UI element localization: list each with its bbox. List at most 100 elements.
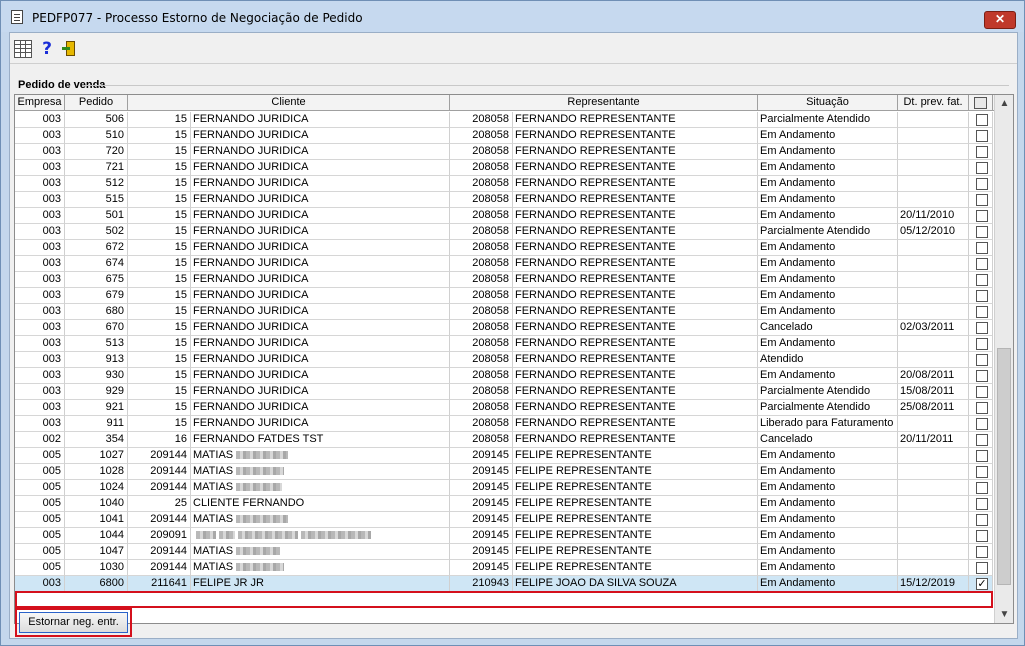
- cell-pedido: 721: [65, 160, 128, 176]
- row-checkbox[interactable]: [976, 258, 988, 270]
- table-row[interactable]: 003 911 15 FERNANDO JURIDICA 208058 FERNANDO …: [15, 416, 993, 432]
- row-checkbox[interactable]: [976, 322, 988, 334]
- table-row[interactable]: 003 512 15 FERNANDO JURIDICA 208058 FERNANDO …: [15, 176, 993, 192]
- row-checkbox[interactable]: [976, 130, 988, 142]
- row-checkbox[interactable]: ✓: [976, 578, 988, 590]
- row-checkbox[interactable]: [976, 242, 988, 254]
- table-row[interactable]: 003 6800 211641 FELIPE JR JR 210943 FELIPE JO…: [15, 576, 993, 592]
- cell-pedido: 1030: [65, 560, 128, 576]
- table-row[interactable]: 003 510 15 FERNANDO JURIDICA 208058 FERNANDO …: [15, 128, 993, 144]
- cell-representante-codigo: 209145: [450, 480, 513, 496]
- row-checkbox[interactable]: [976, 114, 988, 126]
- cell-pedido: 506: [65, 112, 128, 128]
- row-checkbox[interactable]: [976, 450, 988, 462]
- estornar-button[interactable]: Estornar neg. entr.: [19, 612, 128, 633]
- table-row[interactable]: 003 913 15 FERNANDO JURIDICA 208058 FERNANDO …: [15, 352, 993, 368]
- row-checkbox[interactable]: [976, 466, 988, 478]
- grid-icon[interactable]: [14, 40, 32, 58]
- table-row[interactable]: 003 501 15 FERNANDO JURIDICA 208058 FERNANDO …: [15, 208, 993, 224]
- title-bar[interactable]: PEDFP077 - Processo Estorno de Negociaçã…: [1, 1, 1024, 32]
- row-checkbox[interactable]: [976, 434, 988, 446]
- table-row[interactable]: 003 921 15 FERNANDO JURIDICA 208058 FERNANDO …: [15, 400, 993, 416]
- row-checkbox[interactable]: [976, 306, 988, 318]
- table-row[interactable]: 003 721 15 FERNANDO JURIDICA 208058 FERNANDO …: [15, 160, 993, 176]
- table-row[interactable]: 005 1028 209144 MATIAS 209145 FELIPE REPRESEN…: [15, 464, 993, 480]
- row-checkbox[interactable]: [976, 354, 988, 366]
- cell-representante-nome: FERNANDO REPRESENTANTE: [513, 112, 758, 128]
- vertical-scrollbar[interactable]: ▲ ▼: [994, 95, 1013, 623]
- row-checkbox[interactable]: [976, 146, 988, 158]
- app-window: PEDFP077 - Processo Estorno de Negociaçã…: [0, 0, 1025, 646]
- row-checkbox[interactable]: [976, 274, 988, 286]
- table-row[interactable]: 005 1047 209144 MATIAS 209145 FELIPE REPRESEN…: [15, 544, 993, 560]
- cell-cliente-nome: FERNANDO JURIDICA: [191, 400, 450, 416]
- cell-situacao: Cancelado: [758, 432, 898, 448]
- help-icon[interactable]: ?: [38, 40, 56, 58]
- col-pedido[interactable]: Pedido: [65, 95, 128, 111]
- table-row[interactable]: 005 1030 209144 MATIAS 209145 FELIPE REPRESEN…: [15, 560, 993, 576]
- exit-door-icon[interactable]: [62, 40, 80, 58]
- table-row[interactable]: 003 670 15 FERNANDO JURIDICA 208058 FERNANDO …: [15, 320, 993, 336]
- row-checkbox[interactable]: [976, 210, 988, 222]
- row-checkbox[interactable]: [976, 178, 988, 190]
- table-row[interactable]: 003 680 15 FERNANDO JURIDICA 208058 FERNANDO …: [15, 304, 993, 320]
- table-row[interactable]: 003 930 15 FERNANDO JURIDICA 208058 FERNANDO …: [15, 368, 993, 384]
- table-row[interactable]: 003 675 15 FERNANDO JURIDICA 208058 FERNANDO …: [15, 272, 993, 288]
- cell-dt-prev-fat: 15/12/2019: [898, 576, 969, 592]
- table-row[interactable]: 005 1040 25 CLIENTE FERNANDO 209145 FELIPE RE…: [15, 496, 993, 512]
- row-checkbox[interactable]: [976, 338, 988, 350]
- row-checkbox[interactable]: [976, 226, 988, 238]
- row-checkbox[interactable]: [976, 498, 988, 510]
- row-checkbox[interactable]: [976, 514, 988, 526]
- col-empresa[interactable]: Empresa: [15, 95, 65, 111]
- col-cliente[interactable]: Cliente: [128, 95, 450, 111]
- row-checkbox[interactable]: [976, 530, 988, 542]
- row-checkbox[interactable]: [976, 562, 988, 574]
- table-row[interactable]: 005 1024 209144 MATIAS 209145 FELIPE REPRESEN…: [15, 480, 993, 496]
- table-row[interactable]: 005 1041 209144 MATIAS 209145 FELIPE REPRESEN…: [15, 512, 993, 528]
- table-row[interactable]: 003 679 15 FERNANDO JURIDICA 208058 FERNANDO …: [15, 288, 993, 304]
- row-checkbox[interactable]: [976, 370, 988, 382]
- col-representante[interactable]: Representante: [450, 95, 758, 111]
- cell-cliente-codigo: 15: [128, 288, 191, 304]
- cell-dt-prev-fat: [898, 272, 969, 288]
- select-all-checkbox[interactable]: [974, 97, 987, 109]
- cell-pedido: 929: [65, 384, 128, 400]
- table-row[interactable]: 003 929 15 FERNANDO JURIDICA 208058 FERNANDO …: [15, 384, 993, 400]
- table-row[interactable]: 003 672 15 FERNANDO JURIDICA 208058 FERNANDO …: [15, 240, 993, 256]
- cell-select: ✓: [969, 576, 993, 592]
- row-checkbox[interactable]: [976, 402, 988, 414]
- table-row[interactable]: 003 506 15 FERNANDO JURIDICA 208058 FERNANDO …: [15, 112, 993, 128]
- table-row[interactable]: 005 1027 209144 MATIAS 209145 FELIPE REPRESEN…: [15, 448, 993, 464]
- cell-empresa: 005: [15, 448, 65, 464]
- cell-cliente-codigo: 15: [128, 336, 191, 352]
- cell-empresa: 003: [15, 416, 65, 432]
- table-row[interactable]: 003 720 15 FERNANDO JURIDICA 208058 FERNANDO …: [15, 144, 993, 160]
- scroll-up-icon[interactable]: ▲: [995, 95, 1013, 112]
- table-row[interactable]: 003 674 15 FERNANDO JURIDICA 208058 FERNANDO …: [15, 256, 993, 272]
- cell-pedido: 670: [65, 320, 128, 336]
- row-checkbox[interactable]: [976, 482, 988, 494]
- row-checkbox[interactable]: [976, 162, 988, 174]
- scroll-thumb[interactable]: [997, 348, 1011, 585]
- cell-dt-prev-fat: [898, 176, 969, 192]
- col-select-all[interactable]: [969, 95, 993, 111]
- cell-cliente-codigo: 16: [128, 432, 191, 448]
- col-dt-prev-fat[interactable]: Dt. prev. fat.: [898, 95, 969, 111]
- orders-grid[interactable]: Empresa Pedido Cliente Representante Sit…: [14, 94, 1014, 624]
- table-row[interactable]: 003 502 15 FERNANDO JURIDICA 208058 FERNANDO …: [15, 224, 993, 240]
- close-button[interactable]: ✕: [984, 11, 1016, 29]
- table-row[interactable]: 002 354 16 FERNANDO FATDES TST 208058 FERNAND…: [15, 432, 993, 448]
- row-checkbox[interactable]: [976, 194, 988, 206]
- col-situacao[interactable]: Situação: [758, 95, 898, 111]
- table-row[interactable]: 003 515 15 FERNANDO JURIDICA 208058 FERNANDO …: [15, 192, 993, 208]
- row-checkbox[interactable]: [976, 546, 988, 558]
- cell-empresa: 003: [15, 176, 65, 192]
- table-row[interactable]: 003 513 15 FERNANDO JURIDICA 208058 FERNANDO …: [15, 336, 993, 352]
- table-row[interactable]: 005 1044 209091 209145 FELIPE REPRESENTANTE E…: [15, 528, 993, 544]
- row-checkbox[interactable]: [976, 386, 988, 398]
- row-checkbox[interactable]: [976, 290, 988, 302]
- row-checkbox[interactable]: [976, 418, 988, 430]
- scroll-down-icon[interactable]: ▼: [995, 606, 1013, 623]
- cell-empresa: 005: [15, 480, 65, 496]
